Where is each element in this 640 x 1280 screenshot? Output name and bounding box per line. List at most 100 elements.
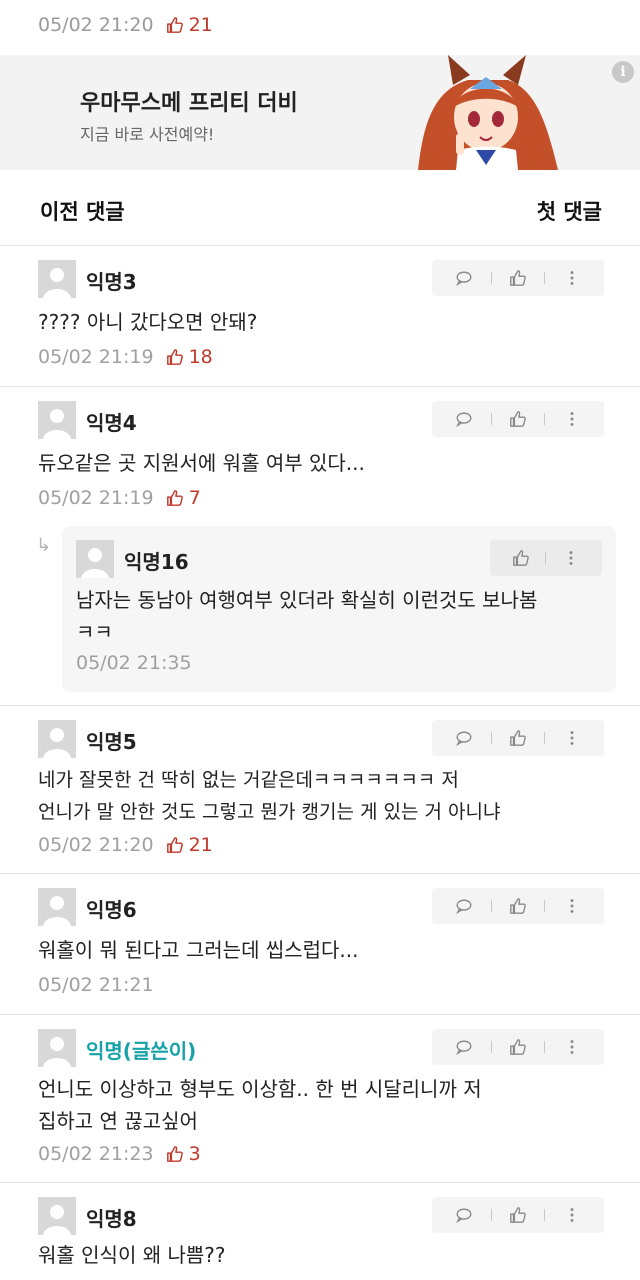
comment-author: 익명3: [86, 270, 137, 294]
reply-button[interactable]: [446, 1197, 482, 1233]
thumbs-up-icon: [513, 550, 530, 566]
like-count: 21: [166, 834, 213, 856]
like-button[interactable]: [500, 888, 536, 924]
divider: [544, 900, 546, 912]
reply-button[interactable]: [446, 1029, 482, 1065]
divider: [544, 732, 546, 744]
default-avatar-icon: [38, 888, 76, 926]
speech-bubble-icon: [456, 1208, 472, 1224]
ad-character-image: [418, 55, 558, 170]
like-count-value: 21: [188, 14, 213, 36]
like-count-value: 21: [188, 834, 213, 856]
comment-item: 익명6 워홀이 뭐 된다고 그러는데 씹스럽다... 05/02 21:21: [0, 874, 640, 1015]
comment-actions: [432, 720, 604, 756]
like-count-value: 18: [188, 346, 213, 368]
comment-actions: [432, 401, 604, 437]
thumbs-up-icon: [166, 837, 183, 853]
comment-time: 05/02 21:19: [38, 346, 154, 368]
comment-time: 05/02 21:20: [38, 14, 154, 36]
top-comment-meta: 05/02 21:20 21: [38, 14, 213, 36]
like-button[interactable]: [503, 540, 539, 576]
comment-item: 익명3 ???? 아니 갔다오면 안돼? 05/02 21:19 18: [0, 246, 640, 387]
ad-title: 우마무스메 프리티 더비: [80, 91, 298, 116]
more-button[interactable]: [554, 260, 590, 296]
comment-meta: 05/02 21:19 18: [38, 346, 213, 368]
comment-text: 워홀이 뭐 된다고 그러는데 씹스럽다...: [38, 938, 359, 962]
thumbs-up-icon: [166, 1146, 183, 1162]
comment-author: 익명5: [86, 730, 137, 754]
comment-item: 익명(글쓴이) 언니도 이상하고 형부도 이상함.. 한 번 시달리니까 저 집…: [0, 1015, 640, 1183]
divider: [490, 1209, 492, 1221]
avatar: [38, 1029, 76, 1067]
speech-bubble-icon: [456, 1040, 472, 1056]
comment-actions: [432, 888, 604, 924]
reply-item: 익명16 남자는 동남아 여행여부 있더라 확실히 이런것도 보나봄 ㅋㅋ 05…: [62, 526, 616, 692]
avatar: [38, 720, 76, 758]
ad-subtitle: 지금 바로 사전예약!: [80, 125, 215, 144]
comment-meta: 05/02 21:20 21: [38, 834, 213, 856]
more-button[interactable]: [553, 540, 589, 576]
avatar: [38, 888, 76, 926]
like-button[interactable]: [500, 1029, 536, 1065]
thumbs-up-icon: [510, 730, 526, 746]
more-vertical-icon: [569, 551, 573, 565]
more-vertical-icon: [570, 731, 574, 745]
comment-navigation: 이전 댓글 첫 댓글: [0, 170, 640, 246]
reply-time: 05/02 21:35: [76, 652, 192, 674]
thumbs-up-icon: [166, 17, 183, 33]
speech-bubble-icon: [456, 731, 472, 747]
reply-actions: [490, 540, 602, 576]
more-button[interactable]: [554, 401, 590, 437]
comment-meta: 05/02 21:19 7: [38, 487, 201, 509]
comment-actions: [432, 1197, 604, 1233]
comment-meta: 05/02 21:21: [38, 974, 154, 996]
more-vertical-icon: [570, 412, 574, 426]
thumbs-up-icon: [510, 1039, 526, 1055]
divider: [544, 1209, 546, 1221]
more-button[interactable]: [554, 1029, 590, 1065]
comment-text: 워홀 인식이 왜 나쁨??: [38, 1243, 226, 1267]
divider: [544, 1041, 546, 1053]
thumbs-up-icon: [510, 411, 526, 427]
reply-button[interactable]: [446, 720, 482, 756]
like-count[interactable]: 21: [166, 14, 213, 36]
thumbs-up-icon: [510, 1207, 526, 1223]
more-button[interactable]: [554, 888, 590, 924]
divider: [490, 1041, 492, 1053]
more-button[interactable]: [554, 720, 590, 756]
reply-button[interactable]: [446, 260, 482, 296]
prev-comments-link[interactable]: 이전 댓글: [40, 196, 125, 226]
thumbs-up-icon: [510, 898, 526, 914]
divider: [545, 552, 547, 564]
more-button[interactable]: [554, 1197, 590, 1233]
comment-actions: [432, 1029, 604, 1065]
reply-author: 익명16: [124, 550, 189, 574]
reply-text: 남자는 동남아 여행여부 있더라 확실히 이런것도 보나봄 ㅋㅋ: [76, 588, 538, 644]
ad-banner[interactable]: 우마무스메 프리티 더비 지금 바로 사전예약! i: [0, 55, 640, 170]
avatar: [38, 260, 76, 298]
divider: [490, 732, 492, 744]
default-avatar-icon: [38, 720, 76, 758]
like-button[interactable]: [500, 401, 536, 437]
thumbs-up-icon: [510, 270, 526, 286]
first-comment-link[interactable]: 첫 댓글: [537, 196, 602, 226]
like-count: 3: [166, 1143, 201, 1165]
reply-button[interactable]: [446, 401, 482, 437]
default-avatar-icon: [38, 401, 76, 439]
comment-item: 익명5 네가 잘못한 건 딱히 없는 거같은데ㅋㅋㅋㅋㅋㅋㅋ 저 언니가 말 안…: [0, 706, 640, 874]
reply-button[interactable]: [446, 888, 482, 924]
more-vertical-icon: [570, 1208, 574, 1222]
like-count: 7: [166, 487, 201, 509]
comment-time: 05/02 21:21: [38, 974, 154, 996]
avatar: [76, 540, 114, 578]
default-avatar-icon: [38, 260, 76, 298]
speech-bubble-icon: [456, 899, 472, 915]
comment-time: 05/02 21:23: [38, 1143, 154, 1165]
default-avatar-icon: [76, 540, 114, 578]
ad-info-icon[interactable]: i: [612, 61, 634, 83]
like-button[interactable]: [500, 720, 536, 756]
like-button[interactable]: [500, 1197, 536, 1233]
like-button[interactable]: [500, 260, 536, 296]
default-avatar-icon: [38, 1197, 76, 1235]
divider: [490, 900, 492, 912]
